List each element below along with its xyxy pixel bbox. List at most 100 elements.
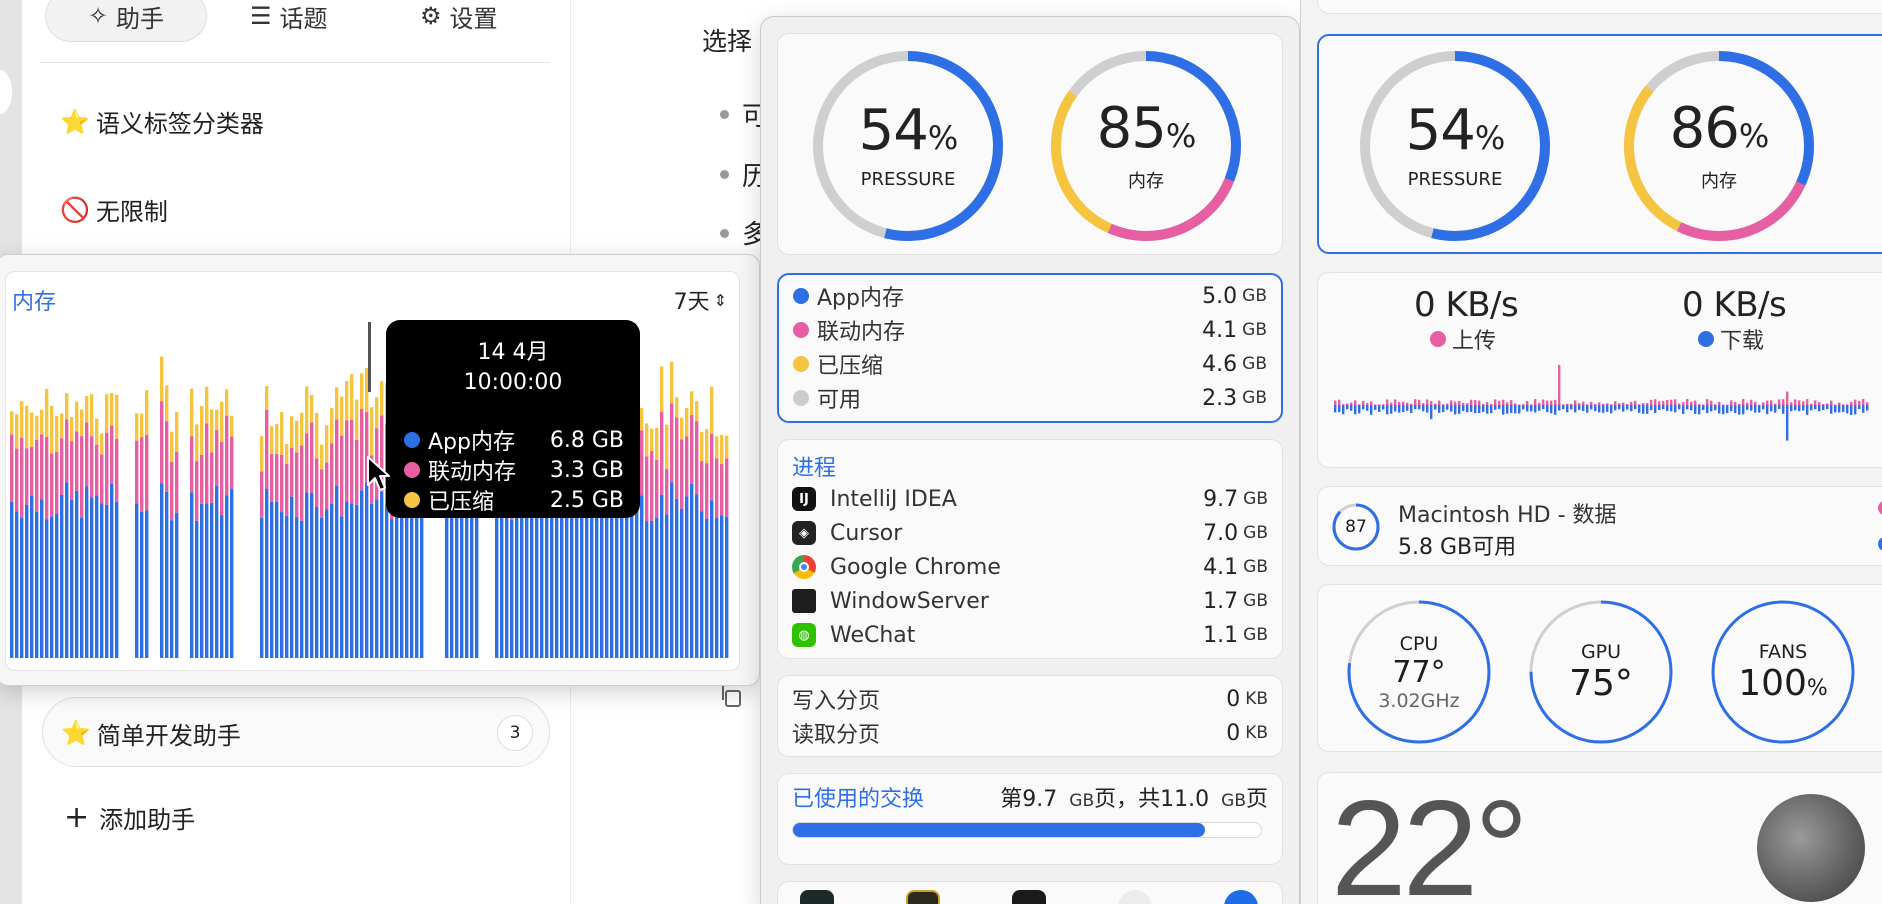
chart-bar-segment [265, 386, 269, 410]
chart-bar-segment [695, 421, 699, 495]
chart-bar-segment [20, 518, 24, 658]
chart-bar-segment [640, 408, 644, 431]
chart-bar-segment [725, 458, 729, 517]
chart-bar-segment [715, 436, 719, 459]
chart-bar-segment [675, 417, 679, 499]
download-bar [1362, 405, 1365, 410]
chart-bar-segment [60, 413, 64, 439]
memory-gauges-card: 54% PRESSURE 85% 内存 [777, 33, 1283, 255]
chart-bar-segment [35, 439, 39, 512]
chart-bar-segment [615, 507, 619, 658]
chart-bar-segment [325, 509, 329, 658]
download-bar [1670, 405, 1673, 412]
download-bar [1502, 405, 1505, 415]
download-bar [1614, 405, 1617, 411]
add-assistant-button[interactable]: + 添加助手 [64, 800, 195, 835]
process-row[interactable]: ◈ Cursor 7.0 GB [792, 516, 1268, 550]
mouse-cursor-icon [367, 456, 390, 491]
bullet-dot [720, 229, 729, 238]
topic-count-badge: 3 [497, 715, 533, 751]
chart-bar-segment [270, 454, 274, 502]
chart-bar-segment [260, 436, 264, 472]
console-icon[interactable] [906, 890, 940, 904]
download-bar [1530, 405, 1533, 412]
windowserver-icon [792, 589, 816, 613]
chart-bar-segment [165, 491, 169, 658]
chart-bar-segment [85, 422, 89, 487]
process-row[interactable]: WindowServer 1.7 GB [792, 584, 1268, 618]
chart-bar-segment [210, 452, 214, 503]
chart-bar-segment [275, 423, 279, 454]
download-bar [1746, 405, 1749, 410]
chart-bar-segment [320, 469, 324, 518]
gear-icon: ⚙ [420, 2, 442, 30]
chart-bar-segment [40, 499, 44, 658]
chart-bar-segment [420, 511, 424, 658]
copy-icon[interactable] [718, 682, 746, 710]
chart-bar-segment [350, 419, 354, 504]
download-bar [1498, 405, 1501, 410]
disk-utility-icon[interactable] [1118, 890, 1152, 904]
tab-settings[interactable]: ⚙ 设置 [420, 0, 498, 42]
download-bar [1518, 405, 1521, 414]
chart-bar-segment [165, 385, 169, 422]
chart-bar-segment [270, 501, 274, 658]
chart-bar-segment [100, 454, 104, 504]
process-row[interactable]: Google Chrome 4.1 GB [792, 550, 1268, 584]
sparkle-icon: ✧ [87, 2, 109, 30]
disk-usage-gauge: 87 [1330, 501, 1382, 553]
chart-bar-segment [65, 419, 69, 483]
download-bar [1478, 405, 1481, 414]
download-bar [1642, 405, 1645, 414]
chart-bar-segment [50, 453, 54, 517]
download-bar [1678, 405, 1681, 410]
chart-bar-segment [360, 408, 364, 491]
assistant-item-semantic[interactable]: ⭐ 语义标签分类器 [60, 104, 264, 139]
download-bar [1382, 405, 1385, 410]
disk-card[interactable]: 87 Macintosh HD - 数据 5.8 GB可用 [1317, 486, 1882, 566]
assistant-item-active[interactable]: ⭐ 简单开发助手 3 [42, 697, 550, 767]
chart-bar-segment [20, 401, 24, 438]
process-row[interactable]: ◍ WeChat 1.1 GB [792, 618, 1268, 652]
activity-monitor-icon[interactable] [800, 890, 834, 904]
chart-bar-segment [165, 421, 169, 492]
chart-bar-segment [725, 435, 729, 459]
star-icon: ⭐ [61, 719, 91, 747]
app-dock-card [777, 881, 1283, 904]
chart-bar-segment [75, 401, 79, 432]
chart-bar-segment [135, 413, 139, 441]
process-row[interactable]: IJ IntelliJ IDEA 9.7 GB [792, 482, 1268, 516]
download-bar [1658, 405, 1661, 410]
chart-bar-segment [510, 519, 514, 658]
download-bar [1606, 405, 1609, 412]
chart-bar-segment [25, 448, 29, 506]
chart-bar-segment [355, 504, 359, 658]
legend-dot [404, 462, 420, 478]
terminal-icon[interactable] [1012, 890, 1046, 904]
chart-bar-segment [10, 501, 14, 658]
download-bar [1494, 405, 1497, 410]
download-bar [1834, 405, 1837, 413]
chart-bar-segment [520, 501, 524, 658]
download-bar [1334, 405, 1337, 413]
chart-bar-segment [355, 399, 359, 440]
chart-bar-segment [90, 394, 94, 437]
safari-icon[interactable] [1224, 890, 1258, 904]
download-bar [1814, 405, 1817, 410]
chart-bar-segment [265, 488, 269, 658]
download-bar [1850, 405, 1853, 415]
assistant-item-unlimited[interactable]: 🚫 无限制 [60, 192, 168, 227]
tab-topics[interactable]: ☰ 话题 [250, 0, 328, 42]
chart-bar-segment [110, 425, 114, 484]
tab-assistant[interactable]: ✧ 助手 [45, 0, 207, 42]
gpu-temp-gauge: GPU 75° [1528, 599, 1674, 745]
chart-bar-segment [570, 507, 574, 658]
download-bar [1862, 405, 1865, 413]
swap-progress-fill [793, 823, 1205, 837]
download-bar [1434, 405, 1437, 410]
chart-bar-segment [220, 401, 224, 442]
download-bar [1406, 405, 1409, 411]
chart-bar-segment [25, 405, 29, 449]
chart-bar-segment [350, 374, 354, 420]
chart-bar-segment [575, 516, 579, 658]
